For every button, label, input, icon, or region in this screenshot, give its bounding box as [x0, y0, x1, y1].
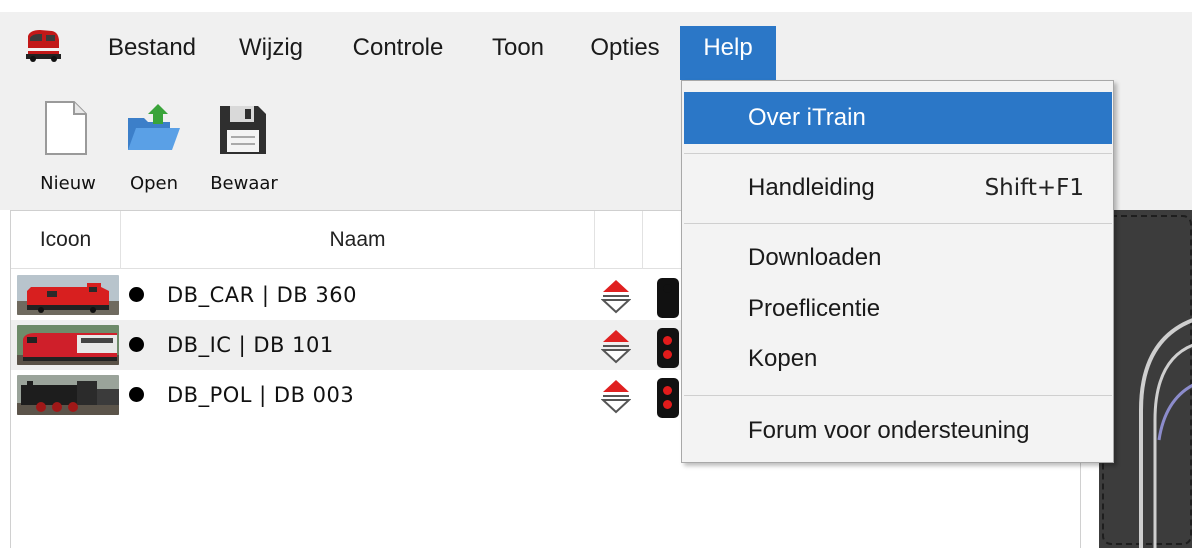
train-name: DB_POL | DB 003: [167, 383, 355, 407]
menu-separator: [684, 153, 1112, 154]
direction-toggle-icon[interactable]: [601, 278, 631, 314]
new-button[interactable]: Nieuw: [30, 90, 106, 202]
menu-item-label: Handleiding: [748, 174, 875, 201]
menu-item-forum[interactable]: Forum voor ondersteuning: [684, 405, 1112, 457]
train-thumbnail: [17, 375, 119, 415]
menu-item-label: Over iTrain: [748, 104, 866, 131]
direction-toggle-icon[interactable]: [601, 328, 631, 364]
new-file-icon: [45, 101, 87, 155]
train-thumbnail: [17, 275, 119, 315]
save-disk-icon: [220, 106, 266, 154]
column-header-icon[interactable]: Icoon: [11, 211, 121, 269]
menu-separator: [684, 223, 1112, 224]
menu-item-downloaden[interactable]: Downloaden: [684, 232, 1112, 284]
menu-bar: Bestand Wijzig Controle Toon Opties Help: [0, 12, 1192, 92]
menu-item-over-itrain[interactable]: Over iTrain: [684, 92, 1112, 144]
signal-icon: [657, 278, 679, 318]
menu-item-handleiding[interactable]: Handleiding Shift+F1: [684, 162, 1112, 214]
column-header-name[interactable]: Naam: [121, 211, 595, 269]
train-name: DB_CAR | DB 360: [167, 283, 357, 307]
column-header-direction[interactable]: [595, 211, 643, 269]
train-name: DB_IC | DB 101: [167, 333, 334, 357]
train-thumbnail: [17, 325, 119, 365]
menu-item-kopen[interactable]: Kopen: [684, 333, 1112, 385]
table-row[interactable]: DB_CAR | DB 360: [11, 270, 691, 320]
menu-item-label: Forum voor ondersteuning: [748, 417, 1030, 444]
menu-item-label: Proeflicentie: [748, 295, 881, 322]
save-button-label: Bewaar: [210, 173, 278, 194]
signal-icon: [657, 328, 679, 368]
menu-item-label: Downloaden: [748, 244, 882, 271]
open-button-label: Open: [129, 173, 179, 194]
direction-toggle-icon[interactable]: [601, 378, 631, 414]
menu-item-label: Kopen: [748, 345, 818, 372]
status-dot: [129, 287, 144, 302]
save-button[interactable]: Bewaar: [196, 90, 292, 202]
table-row[interactable]: DB_IC | DB 101: [11, 320, 691, 370]
open-button[interactable]: Open: [116, 90, 192, 202]
status-dot: [129, 337, 144, 352]
new-button-label: Nieuw: [40, 173, 96, 194]
menu-item-proeflicentie[interactable]: Proeflicentie: [684, 283, 1112, 335]
help-dropdown-menu: Over iTrain Handleiding Shift+F1 Downloa…: [681, 80, 1114, 463]
menu-item-shortcut: Shift+F1: [984, 175, 1084, 201]
table-row[interactable]: DB_POL | DB 003: [11, 370, 691, 420]
status-dot: [129, 387, 144, 402]
menu-separator: [684, 395, 1112, 396]
app-train-icon[interactable]: [24, 28, 64, 62]
open-folder-icon: [128, 104, 180, 150]
signal-icon: [657, 378, 679, 418]
